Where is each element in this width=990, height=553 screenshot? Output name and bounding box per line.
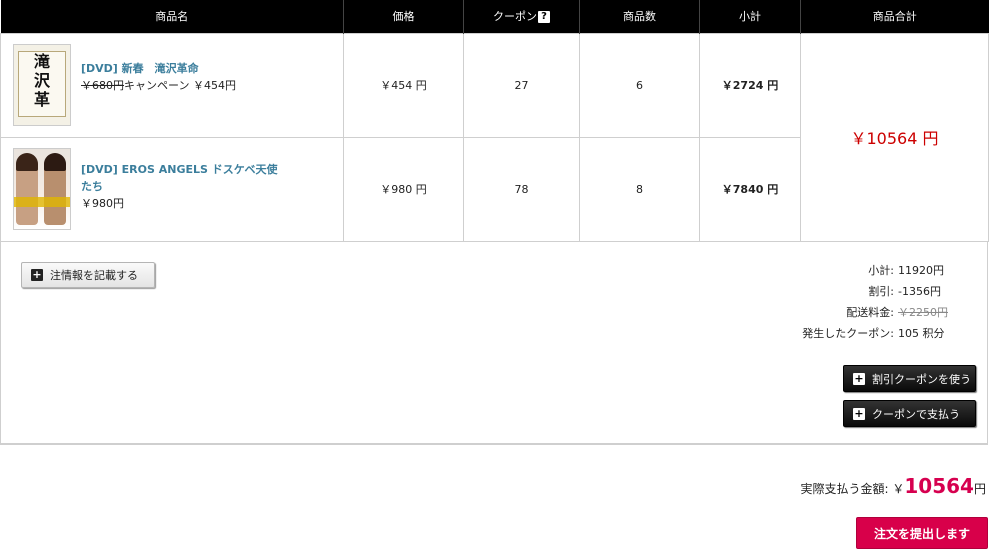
price-cell: ￥980 円 [343, 136, 464, 242]
header-coupon-label: クーポン [493, 10, 537, 24]
product-cell: [DVD] EROS ANGELS ドスケベ天使たち ￥980円 [0, 136, 344, 242]
subtotal-cell: ￥7840 円 [699, 136, 801, 242]
summary-coupon-earned: 発生したクーポン: 105 积分 [802, 327, 945, 340]
table-header: 商品名 価格 クーポン? 商品数 小計 商品合計 [0, 0, 989, 33]
pay-with-coupon-button[interactable]: + クーポンで支払う [843, 400, 976, 427]
payment-amount: 10564 [904, 474, 974, 498]
add-notes-button[interactable]: + 注情報を記載する [21, 262, 155, 288]
grand-total-cell: ￥10564 円 [800, 32, 989, 242]
subtotal-cell: ￥2724 円 [699, 32, 801, 138]
summary-subtotal: 小計: 11920円 [868, 264, 944, 277]
product-price-note: ￥680円キャンペーン ￥454円 [81, 77, 286, 94]
qty-cell: 8 [579, 136, 700, 242]
campaign-price: キャンペーン ￥454円 [124, 78, 236, 92]
header-qty: 商品数 [579, 0, 700, 33]
pay-with-coupon-label: クーポンで支払う [872, 407, 960, 421]
qty-cell: 6 [579, 32, 700, 138]
plus-icon: + [853, 371, 865, 385]
product-info: [DVD] EROS ANGELS ドスケベ天使たち ￥980円 [81, 161, 286, 212]
product-name-link[interactable]: [DVD] 新春 滝沢革命 [81, 60, 286, 77]
use-coupon-button[interactable]: + 割引クーポンを使う [843, 365, 976, 392]
header-product: 商品名 [0, 0, 344, 33]
table-row: 滝 沢 革 [DVD] 新春 滝沢革命 ￥680円キャンペーン ￥454円 ￥4… [0, 32, 989, 242]
grand-total: ￥10564 円 [850, 129, 939, 148]
submit-order-button[interactable]: 注文を提出します [856, 517, 988, 549]
summary-shipping: 配送料金: ￥2250円 [846, 306, 948, 319]
payment-unit: 円 [973, 482, 986, 496]
cover-art: 滝 沢 革 [18, 50, 66, 117]
help-icon[interactable]: ? [538, 11, 550, 24]
use-coupon-label: 割引クーポンを使う [872, 372, 971, 386]
summary-discount: 割引: -1356円 [868, 285, 941, 298]
coupon-cell: 78 [463, 136, 580, 242]
header-price: 価格 [343, 0, 464, 33]
add-notes-label: 注情報を記載する [50, 269, 138, 282]
payment-total: 実際支払う金額: ￥10564円 [801, 474, 987, 498]
header-subtotal: 小計 [699, 0, 801, 33]
product-price-note: ￥980円 [81, 196, 124, 210]
product-info: [DVD] 新春 滝沢革命 ￥680円キャンペーン ￥454円 [81, 60, 286, 94]
original-price: ￥680円 [81, 78, 124, 92]
product-name-link[interactable]: [DVD] EROS ANGELS ドスケベ天使たち [81, 161, 286, 195]
payment-label: 実際支払う金額: [800, 482, 889, 496]
plus-icon: + [31, 268, 43, 281]
product-thumbnail[interactable]: 滝 沢 革 [13, 43, 71, 126]
product-cell: 滝 沢 革 [DVD] 新春 滝沢革命 ￥680円キャンペーン ￥454円 [0, 32, 344, 138]
product-thumbnail[interactable] [13, 147, 71, 230]
price-cell: ￥454 円 [343, 32, 464, 138]
header-coupon: クーポン? [463, 0, 580, 33]
cart-table: 商品名 価格 クーポン? 商品数 小計 商品合計 滝 沢 革 [DVD] 新春 … [0, 0, 989, 242]
coupon-cell: 27 [463, 32, 580, 138]
plus-icon: + [853, 406, 865, 420]
header-total: 商品合計 [800, 0, 989, 33]
payment-currency: ￥ [892, 482, 905, 496]
